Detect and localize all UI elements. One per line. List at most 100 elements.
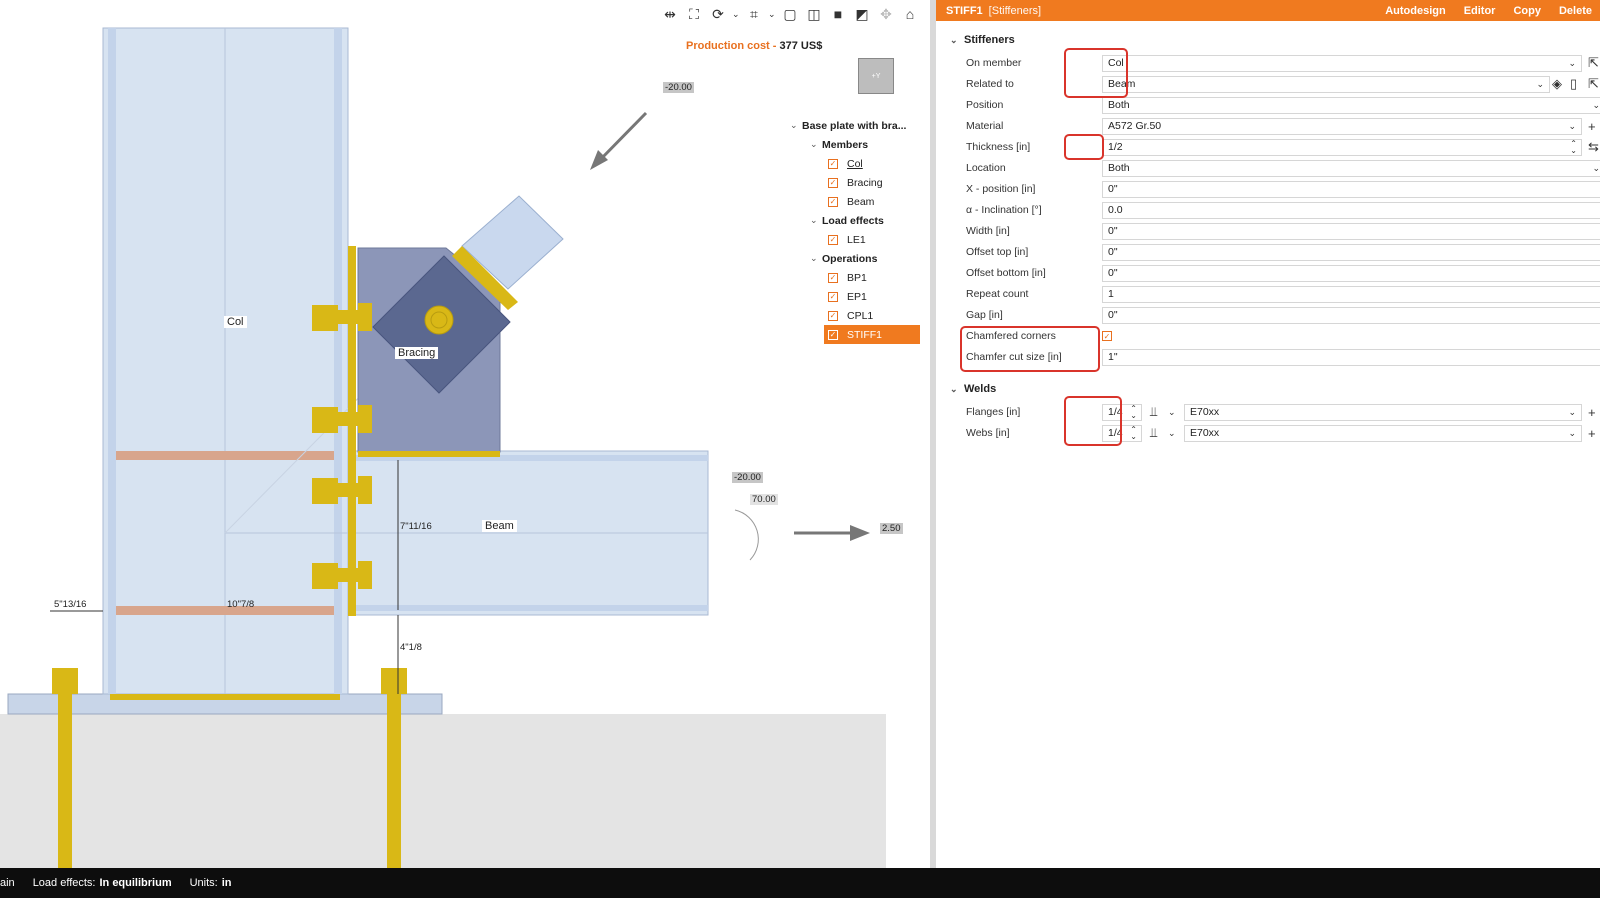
autodesign-button[interactable]: Autodesign xyxy=(1385,5,1446,17)
copy-button[interactable]: Copy xyxy=(1513,5,1541,17)
swap-icon[interactable]: ⇆ xyxy=(1588,139,1599,155)
measure-icon[interactable]: ⇹ xyxy=(660,4,680,24)
gusset-weld xyxy=(358,451,500,457)
chevron-down-icon[interactable]: ⌄ xyxy=(1568,428,1576,439)
checkbox-icon[interactable]: ✓ xyxy=(828,196,838,207)
wireframe-icon[interactable]: ▢ xyxy=(780,4,800,24)
tree-item-beam[interactable]: ✓ Beam xyxy=(790,192,920,211)
webs-electrode-select[interactable]: E70xx ⌄ xyxy=(1184,424,1582,442)
offset-bottom-input[interactable]: 0" xyxy=(1102,264,1600,282)
flanges-electrode-select[interactable]: E70xx ⌄ xyxy=(1184,403,1582,421)
spinner-icon[interactable]: ⌃ ⌄ xyxy=(1130,426,1137,441)
chevron-down-icon[interactable]: ⌄ xyxy=(1168,407,1176,418)
position-select[interactable]: Both ⌄ xyxy=(1102,96,1600,114)
tree-item-le1[interactable]: ✓ LE1 xyxy=(790,230,920,249)
load-label-beam-moment: 70.00 xyxy=(750,494,778,505)
checkbox-icon[interactable]: ✓ xyxy=(828,310,838,321)
checkbox-icon[interactable]: ✓ xyxy=(828,158,838,169)
view-cube[interactable]: +Y xyxy=(858,58,894,94)
tree-item-col[interactable]: ✓ Col xyxy=(790,154,920,173)
phone-icon[interactable]: ▯ xyxy=(1570,76,1577,92)
row-label: Webs [in] xyxy=(966,427,1010,439)
tree-item-label: EP1 xyxy=(847,290,867,303)
material-select[interactable]: A572 Gr.50 ⌄ xyxy=(1102,117,1582,135)
solid-icon[interactable]: ■ xyxy=(828,4,848,24)
transparent-icon[interactable]: ◫ xyxy=(804,4,824,24)
field-value: E70xx xyxy=(1190,406,1220,418)
column-flange-right xyxy=(334,28,342,694)
add-icon[interactable]: + xyxy=(1588,426,1596,441)
tree-group-members[interactable]: ⌄ Members xyxy=(790,135,920,154)
repeat-count-input[interactable]: 1 xyxy=(1102,285,1600,303)
section-welds[interactable]: ⌄ Welds xyxy=(950,383,996,395)
fit-view-icon[interactable]: ⛶ xyxy=(684,4,704,24)
clip-icon[interactable]: ✥ xyxy=(876,4,896,24)
highlight-chamfer xyxy=(960,326,1100,372)
checkbox-icon[interactable]: ✓ xyxy=(828,291,838,302)
crop-icon[interactable]: ⌗ xyxy=(744,4,764,24)
chevron-down-icon[interactable]: ⌄ xyxy=(1568,121,1576,132)
tree-item-bracing[interactable]: ✓ Bracing xyxy=(790,173,920,192)
checkbox-icon[interactable]: ✓ xyxy=(828,329,838,340)
chevron-down-icon[interactable]: ⌄ xyxy=(768,9,776,20)
chevron-down-icon[interactable]: ⌄ xyxy=(1592,100,1600,111)
chevron-down-icon[interactable]: ⌄ xyxy=(1568,58,1576,69)
chevron-down-icon[interactable]: ⌄ xyxy=(810,139,822,150)
offset-top-input[interactable]: 0" xyxy=(1102,243,1600,261)
chevron-down-icon[interactable]: ⌄ xyxy=(790,120,802,131)
chevron-down-icon[interactable]: ⌄ xyxy=(810,215,822,226)
pick-cursor-icon[interactable]: ⇱ xyxy=(1588,55,1599,71)
view-3d-icon[interactable]: ◈ xyxy=(1552,76,1562,92)
tree-item-ep1[interactable]: ✓ EP1 xyxy=(790,287,920,306)
tree-item-stiff1[interactable]: ✓ STIFF1 xyxy=(824,325,920,344)
weld-symbol-icon[interactable]: ⫫ xyxy=(1150,404,1157,420)
delete-button[interactable]: Delete xyxy=(1559,5,1592,17)
chevron-down-icon[interactable]: ⌄ xyxy=(732,9,740,20)
chevron-down-icon[interactable]: ⌄ xyxy=(950,35,964,46)
chevron-down-icon[interactable]: ⌄ xyxy=(1592,163,1600,174)
location-select[interactable]: Both ⌄ xyxy=(1102,159,1600,177)
chamfer-cut-size-input[interactable]: 1" xyxy=(1102,348,1600,366)
tree-item-bp1[interactable]: ✓ BP1 xyxy=(790,268,920,287)
on-member-select[interactable]: Col ⌄ xyxy=(1102,54,1582,72)
tree-item-label: BP1 xyxy=(847,271,867,284)
pick-cursor-icon[interactable]: ⇱ xyxy=(1588,76,1599,92)
home-icon[interactable]: ⌂ xyxy=(900,4,920,24)
gap-input[interactable]: 0" xyxy=(1102,306,1600,324)
inclination-input[interactable]: 0.0 xyxy=(1102,201,1600,219)
chevron-down-icon[interactable]: ⌄ xyxy=(810,253,822,264)
chevron-down-icon[interactable]: ⌄ xyxy=(950,384,964,395)
x-position-input[interactable]: 0" xyxy=(1102,180,1600,198)
tree-item-label: Col xyxy=(847,157,863,170)
checkbox-icon[interactable]: ✓ xyxy=(828,177,838,188)
row-related-to: Related to Beam ⌄ ◈ ▯ ⇱ xyxy=(966,75,1599,93)
editor-button[interactable]: Editor xyxy=(1464,5,1496,17)
add-icon[interactable]: + xyxy=(1588,119,1596,134)
rotate-icon[interactable]: ⟳ xyxy=(708,4,728,24)
add-icon[interactable]: + xyxy=(1588,405,1596,420)
tree-group-load-effects[interactable]: ⌄ Load effects xyxy=(790,211,920,230)
chevron-down-icon[interactable]: ⌄ xyxy=(1168,428,1176,439)
spinner-icon[interactable]: ⌃ ⌄ xyxy=(1130,405,1137,420)
row-gap: Gap [in] 0" xyxy=(966,306,1600,324)
spinner-icon[interactable]: ⌃ ⌄ xyxy=(1570,140,1577,155)
row-position: Position Both ⌄ xyxy=(966,96,1600,114)
width-input[interactable]: 0" xyxy=(1102,222,1600,240)
tree-root[interactable]: ⌄ Base plate with bra... xyxy=(790,116,920,135)
thickness-input[interactable]: 1/2 ⌃ ⌄ xyxy=(1102,138,1582,156)
chevron-down-icon[interactable]: ⌄ xyxy=(1536,79,1544,90)
weld-symbol-icon[interactable]: ⫫ xyxy=(1150,425,1157,441)
load-effects-label: Load effects: xyxy=(32,877,96,889)
tree-group-operations[interactable]: ⌄ Operations xyxy=(790,249,920,268)
section-stiffeners[interactable]: ⌄ Stiffeners xyxy=(950,34,1015,46)
checkbox-icon[interactable]: ✓ xyxy=(828,234,838,245)
checkbox-icon[interactable]: ✓ xyxy=(828,272,838,283)
tree-item-cpl1[interactable]: ✓ CPL1 xyxy=(790,306,920,325)
chevron-down-icon[interactable]: ⌄ xyxy=(1568,407,1576,418)
stiffener-bottom xyxy=(116,606,334,615)
related-to-select[interactable]: Beam ⌄ xyxy=(1102,75,1550,93)
section-icon[interactable]: ◩ xyxy=(852,4,872,24)
row-width: Width [in] 0" xyxy=(966,222,1600,240)
chamfered-corners-checkbox[interactable]: ✓ xyxy=(1102,331,1112,341)
3d-viewport[interactable]: Col Bracing Beam -20.00 -20.00 70.00 2.5… xyxy=(0,0,930,868)
